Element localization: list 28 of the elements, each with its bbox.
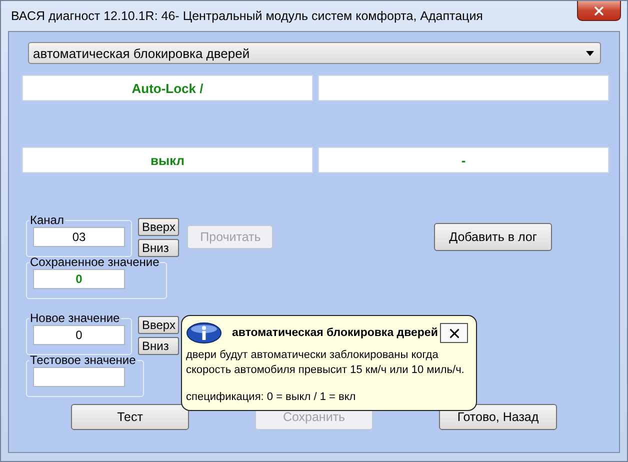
close-button[interactable] [577, 1, 621, 21]
value-box: - [318, 147, 609, 173]
close-icon [592, 4, 606, 18]
up-button[interactable]: Вверх [138, 316, 180, 334]
dialog-button[interactable]: Готово, Назад [439, 404, 557, 430]
value-box: Auto-Lock / [22, 75, 313, 101]
tooltip-spec: спецификация: 0 = выкл / 1 = вкл [186, 391, 357, 403]
new-value-field[interactable]: 0 [33, 325, 125, 345]
tooltip-title: автоматическая блокировка дверей [232, 327, 439, 339]
down-button[interactable]: Вниз [138, 337, 180, 355]
group-label: Новое значение [29, 311, 121, 325]
saved-value-field[interactable]: 0 [33, 269, 125, 289]
group-label: Сохраненное значение [29, 255, 160, 269]
up-button[interactable]: Вверх [138, 218, 180, 236]
group-label: Тестовое значение [29, 353, 137, 367]
window-title: ВАСЯ диагност 12.10.1R: 46- Центральный модуль систем комфорта, Адаптация [11, 9, 483, 23]
log-button[interactable]: Добавить в лог [434, 223, 552, 251]
info-icon [186, 322, 222, 344]
tooltip-text: двери будут автоматически заблокированы когда скорость автомобиля превысит 15 км/ч или 10 миль/ч. [186, 348, 466, 378]
close-button[interactable] [440, 323, 468, 343]
dialog-button[interactable]: Тест [71, 404, 189, 430]
parameter-dropdown[interactable]: автоматическая блокировка дверей [28, 42, 601, 64]
down-button[interactable]: Вниз [138, 239, 180, 257]
caret-icon [586, 50, 594, 56]
group-label: Канал [29, 213, 65, 227]
channel-field[interactable]: 03 [33, 227, 125, 247]
test-value-field[interactable] [33, 367, 125, 387]
value-box: выкл [22, 147, 313, 173]
